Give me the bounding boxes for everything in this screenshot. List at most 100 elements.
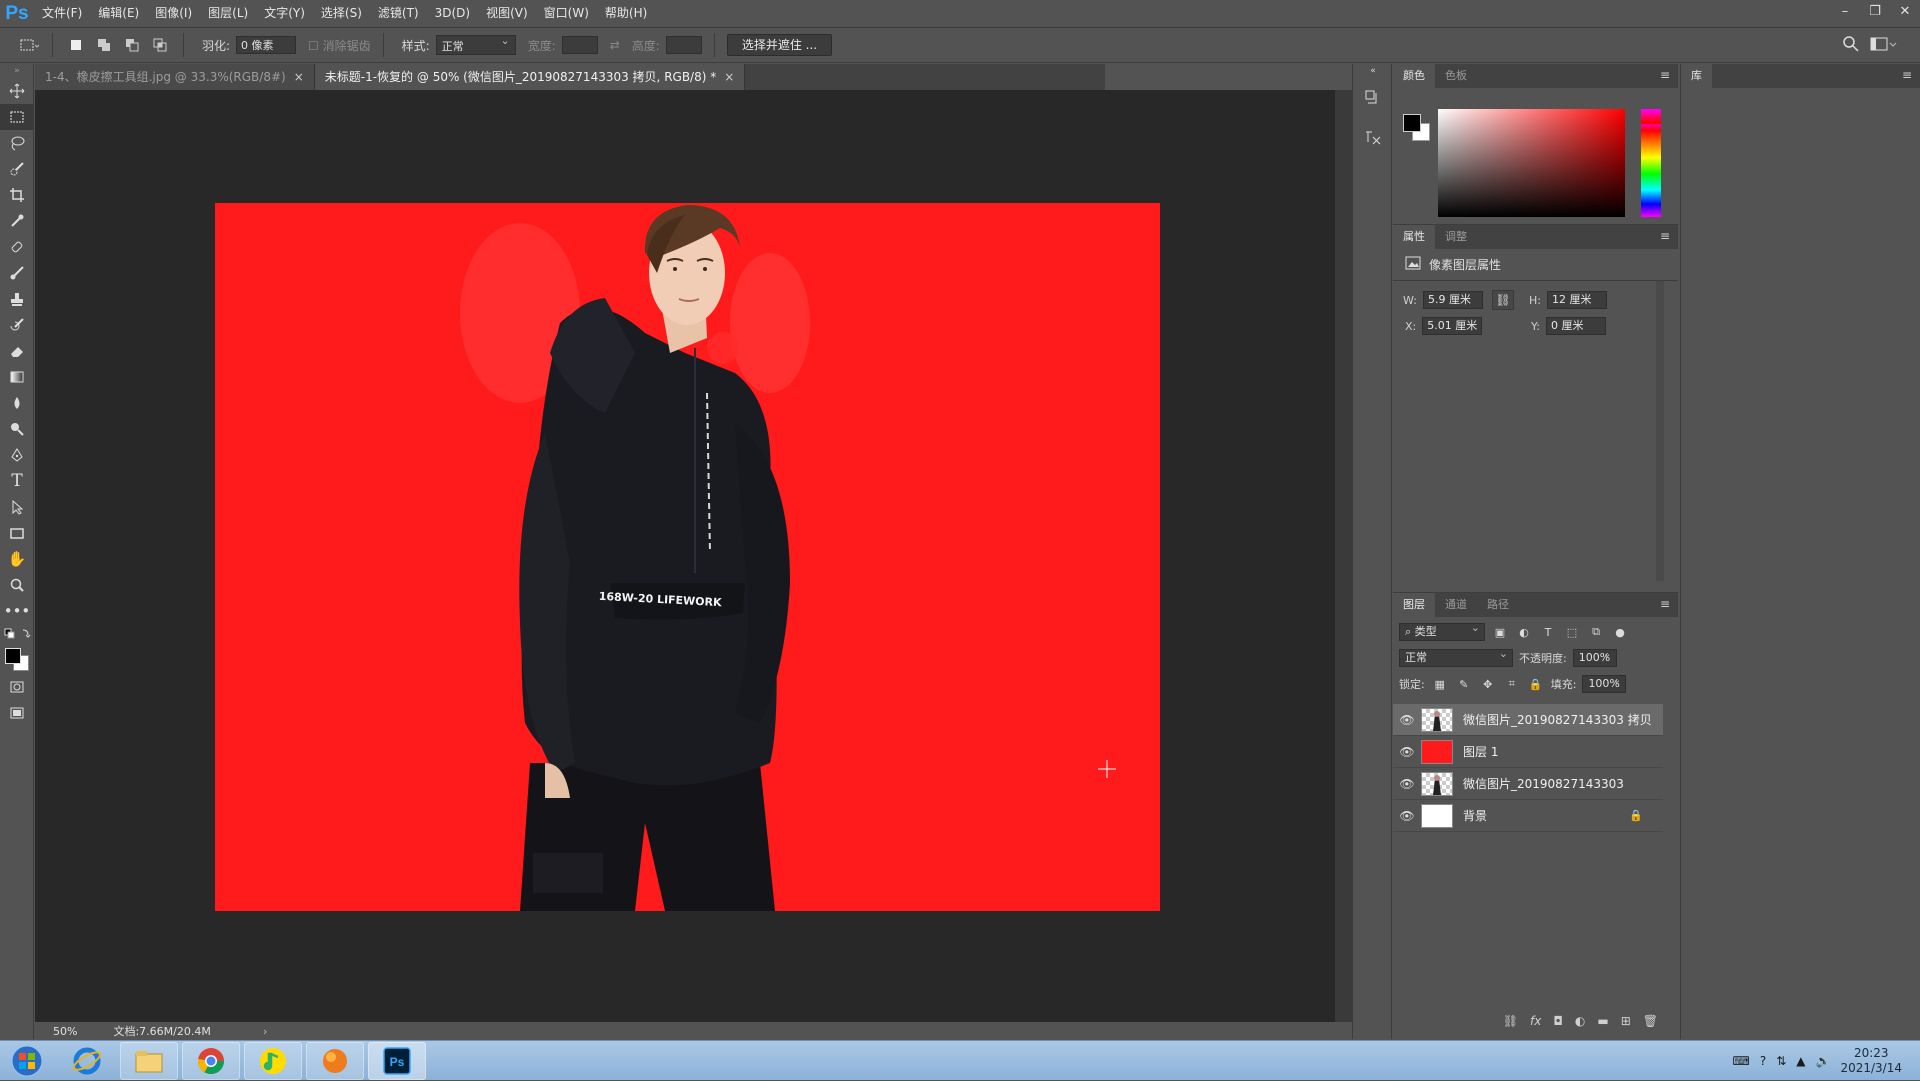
height-field[interactable]: 12 厘米 xyxy=(1546,291,1607,309)
new-layer-icon[interactable]: ⊞ xyxy=(1621,1014,1631,1028)
menu-select[interactable]: 选择(S) xyxy=(313,0,370,27)
blend-mode-select[interactable]: 正常 xyxy=(1399,647,1513,667)
tab-close-icon[interactable]: × xyxy=(294,70,304,84)
menu-file[interactable]: 文件(F) xyxy=(34,0,90,27)
keyboard-icon[interactable]: ⌨ xyxy=(1733,1054,1750,1068)
tab-adjustments[interactable]: 调整 xyxy=(1435,225,1477,249)
clock[interactable]: 20:23 2021/3/14 xyxy=(1840,1046,1902,1076)
filter-type-icon[interactable]: T xyxy=(1539,623,1557,641)
menu-help[interactable]: 帮助(H) xyxy=(597,0,655,27)
properties-scrollbar[interactable] xyxy=(1656,281,1664,581)
adjustment-layer-icon[interactable]: ◐ xyxy=(1575,1014,1585,1028)
photoshop-icon[interactable]: Ps xyxy=(368,1041,426,1080)
panel-menu-icon[interactable]: ≡ xyxy=(1660,68,1670,82)
foreground-color-swatch[interactable] xyxy=(1403,114,1421,132)
filter-toggle-icon[interactable]: ● xyxy=(1611,623,1629,641)
pen-tool-icon[interactable] xyxy=(0,442,34,468)
fx-icon[interactable]: fx xyxy=(1530,1014,1541,1028)
marquee-preset-icon[interactable] xyxy=(18,34,40,56)
panel-menu-icon[interactable]: ≡ xyxy=(1902,68,1912,82)
clone-stamp-tool-icon[interactable] xyxy=(0,286,34,312)
link-layers-icon[interactable]: ⛓ xyxy=(1503,1014,1518,1028)
zoom-level[interactable]: 50% xyxy=(53,1025,77,1038)
filter-adjustment-icon[interactable]: ◐ xyxy=(1515,623,1533,641)
menu-type[interactable]: 文字(Y) xyxy=(256,0,313,27)
canvas-scrollbar[interactable] xyxy=(1335,90,1352,1022)
new-selection-icon[interactable] xyxy=(65,34,87,56)
restore-icon[interactable]: ❐ xyxy=(1860,0,1890,27)
opacity-field[interactable]: 100% xyxy=(1572,647,1617,667)
type-tool-icon[interactable]: T xyxy=(0,468,34,494)
visibility-eye-icon[interactable]: 👁 xyxy=(1393,809,1421,823)
layer-row-1[interactable]: 👁 图层 1 xyxy=(1393,736,1663,768)
app-orange-icon[interactable] xyxy=(306,1041,364,1080)
lock-artboard-icon[interactable]: ⌗ xyxy=(1503,675,1521,693)
status-arrow-icon[interactable]: › xyxy=(263,1025,267,1038)
foreground-background-swatch[interactable] xyxy=(0,644,34,674)
start-button[interactable] xyxy=(0,1041,54,1081)
help-icon[interactable]: ? xyxy=(1760,1054,1766,1068)
feather-input[interactable]: 0 像素 xyxy=(236,36,297,54)
subtract-selection-icon[interactable] xyxy=(121,34,143,56)
tab-swatches[interactable]: 色板 xyxy=(1435,64,1477,88)
lock-all-icon[interactable]: 🔒 xyxy=(1527,675,1545,693)
tab-layers[interactable]: 图层 xyxy=(1393,593,1435,617)
network-icon[interactable]: ⇅ xyxy=(1776,1054,1786,1068)
more-tools-icon[interactable]: ••• xyxy=(0,598,34,624)
visibility-eye-icon[interactable]: 👁 xyxy=(1393,777,1421,791)
ie-icon[interactable] xyxy=(58,1042,116,1080)
filter-shape-icon[interactable]: ⬚ xyxy=(1563,623,1581,641)
brush-tool-icon[interactable] xyxy=(0,260,34,286)
lock-transparent-icon[interactable]: ▦ xyxy=(1431,675,1449,693)
chrome-icon[interactable] xyxy=(182,1041,240,1080)
default-colors-icon[interactable] xyxy=(0,624,34,644)
lock-position-icon[interactable]: ✥ xyxy=(1479,675,1497,693)
dodge-tool-icon[interactable] xyxy=(0,416,34,442)
marquee-tool-icon[interactable] xyxy=(0,104,34,130)
color-spectrum[interactable] xyxy=(1438,109,1625,217)
panel-menu-icon[interactable]: ≡ xyxy=(1660,229,1670,243)
quick-mask-icon[interactable] xyxy=(0,674,34,700)
menu-layer[interactable]: 图层(L) xyxy=(200,0,256,27)
tab-properties[interactable]: 属性 xyxy=(1393,225,1435,249)
history-panel-icon[interactable] xyxy=(1353,78,1393,118)
tab-channels[interactable]: 通道 xyxy=(1435,593,1477,617)
rectangle-tool-icon[interactable] xyxy=(0,520,34,546)
fill-field[interactable]: 100% xyxy=(1582,673,1627,693)
x-field[interactable]: 5.01 厘米 xyxy=(1422,317,1483,335)
minimize-icon[interactable]: – xyxy=(1830,0,1860,27)
lasso-tool-icon[interactable] xyxy=(0,130,34,156)
delete-layer-icon[interactable]: 🗑 xyxy=(1643,1014,1658,1028)
y-field[interactable]: 0 厘米 xyxy=(1545,317,1606,335)
blur-tool-icon[interactable] xyxy=(0,390,34,416)
filter-smart-object-icon[interactable]: ⧉ xyxy=(1587,623,1605,641)
antialias-checkbox[interactable]: ☐ 消除锯齿 xyxy=(308,37,371,54)
crop-tool-icon[interactable] xyxy=(0,182,34,208)
tab-close-icon[interactable]: × xyxy=(724,70,734,84)
menu-image[interactable]: 图像(I) xyxy=(147,0,200,27)
move-tool-icon[interactable] xyxy=(0,78,34,104)
layer-row-copy[interactable]: 👁 微信图片_20190827143303 拷贝 xyxy=(1393,704,1663,736)
tab-color[interactable]: 颜色 xyxy=(1393,64,1435,88)
width-field[interactable]: 5.9 厘米 xyxy=(1422,291,1483,309)
add-mask-icon[interactable]: ◘ xyxy=(1553,1014,1563,1028)
tray-expand-icon[interactable]: ▲ xyxy=(1796,1054,1805,1068)
volume-icon[interactable]: 🔊 xyxy=(1816,1054,1831,1068)
explorer-icon[interactable] xyxy=(120,1041,178,1080)
lock-pixels-icon[interactable]: ✎ xyxy=(1455,675,1473,693)
tab-library[interactable]: 库 xyxy=(1681,64,1712,88)
layer-row-background[interactable]: 👁 背景 🔒 xyxy=(1393,800,1663,832)
qqmusic-icon[interactable] xyxy=(244,1041,302,1080)
toolbar-grip-icon[interactable]: » xyxy=(0,64,34,78)
search-icon[interactable] xyxy=(1842,35,1860,56)
panel-menu-icon[interactable]: ≡ xyxy=(1660,597,1670,611)
gradient-tool-icon[interactable] xyxy=(0,364,34,390)
screen-mode-icon[interactable] xyxy=(0,700,34,726)
swap-icon[interactable]: ⇄ xyxy=(610,38,620,52)
tab-paths[interactable]: 路径 xyxy=(1477,593,1519,617)
filter-pixel-icon[interactable]: ▣ xyxy=(1491,623,1509,641)
height-input[interactable] xyxy=(665,36,702,54)
history-brush-tool-icon[interactable] xyxy=(0,312,34,338)
visibility-eye-icon[interactable]: 👁 xyxy=(1393,745,1421,759)
style-select[interactable]: 正常 xyxy=(435,34,516,55)
